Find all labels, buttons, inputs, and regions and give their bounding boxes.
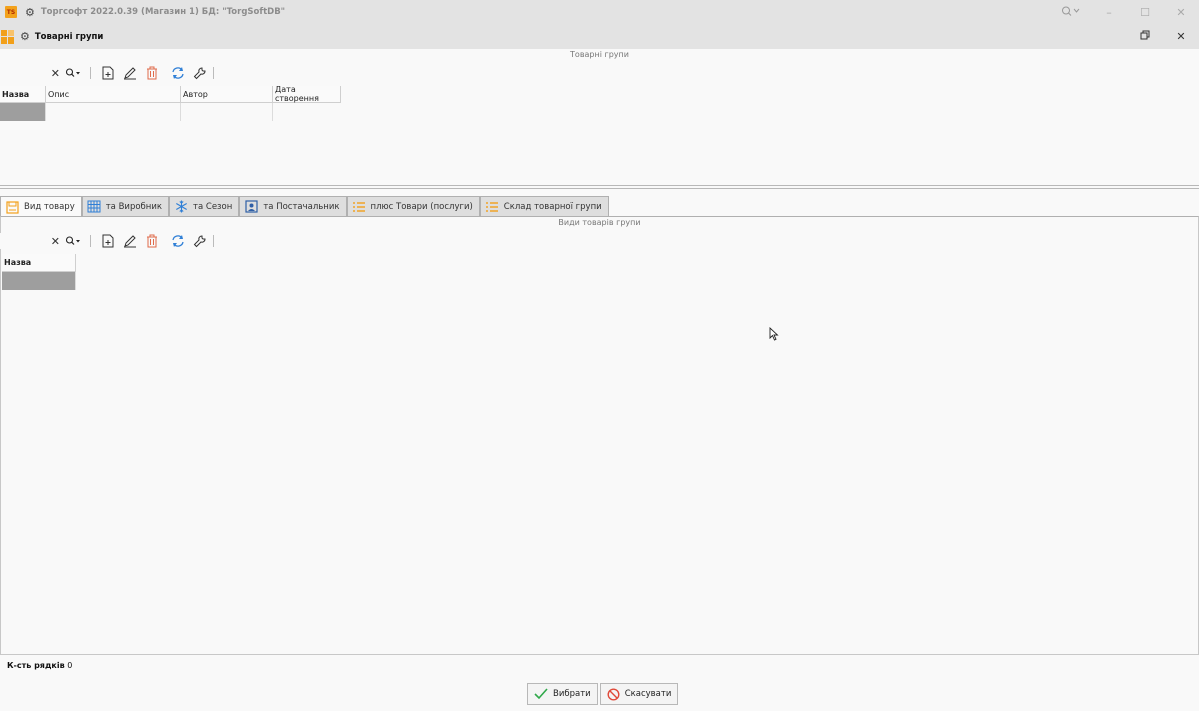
edit-pencil-icon[interactable] — [121, 65, 139, 81]
tab-products-services[interactable]: плюс Товари (послуги) — [346, 196, 480, 216]
bottom-section-caption: Види товарів групи — [558, 218, 641, 227]
toolbar-separator — [213, 67, 214, 79]
close-form-button[interactable]: ✕ — [1163, 30, 1199, 43]
tab-season[interactable]: та Сезон — [169, 196, 240, 216]
tiles-icon[interactable] — [1, 29, 15, 44]
tab-label: Склад товарної групи — [503, 201, 602, 212]
box-icon — [5, 200, 19, 214]
table-cell[interactable] — [2, 272, 76, 290]
settings-wrench-icon[interactable] — [191, 65, 209, 81]
top-grid-header: Назва Опис Автор Дата створення — [0, 85, 341, 103]
table-cell[interactable] — [0, 103, 46, 121]
list-icon — [485, 200, 499, 214]
top-toolbar: ✕ — [0, 64, 220, 82]
tab-label: плюс Товари (послуги) — [370, 201, 473, 212]
table-cell[interactable] — [181, 103, 273, 121]
table-cell[interactable] — [46, 103, 181, 121]
select-button[interactable]: Вибрати — [527, 683, 598, 705]
search-options-icon[interactable] — [64, 65, 82, 81]
form-gear-icon[interactable]: ⚙ — [20, 30, 30, 43]
edit-pencil-icon[interactable] — [121, 233, 139, 249]
clear-search-icon[interactable]: ✕ — [51, 235, 60, 248]
add-document-icon[interactable] — [99, 233, 117, 249]
table-cell[interactable] — [273, 103, 341, 121]
refresh-icon[interactable] — [169, 65, 187, 81]
toolbar-separator — [213, 235, 214, 247]
settings-gear-icon[interactable]: ⚙ — [25, 6, 35, 19]
bottom-search-input[interactable]: ✕ — [0, 233, 62, 249]
form-title: Товарні групи — [34, 31, 104, 42]
building-icon — [87, 200, 101, 214]
search-options-icon[interactable] — [64, 233, 82, 249]
tab-manufacturer[interactable]: та Виробник — [81, 196, 170, 216]
tab-label: та Виробник — [105, 201, 163, 212]
tab-label: та Сезон — [193, 201, 233, 212]
search-dropdown-icon[interactable] — [1051, 6, 1091, 19]
top-search-input[interactable]: ✕ — [0, 65, 62, 81]
column-header-description[interactable]: Опис — [46, 86, 181, 103]
cancel-icon — [607, 687, 620, 701]
tab-content-panel — [0, 216, 1199, 655]
maximize-button[interactable]: ☐ — [1127, 6, 1163, 19]
delete-trash-icon[interactable] — [143, 65, 161, 81]
splitter-line[interactable] — [0, 188, 1199, 189]
select-button-label: Вибрати — [553, 689, 591, 699]
column-header-created-date[interactable]: Дата створення — [273, 85, 341, 103]
detail-tabs: Вид товару та Виробник та Сезон та Поста… — [0, 196, 609, 217]
supplier-icon — [244, 200, 258, 214]
window-title: Торгсофт 2022.0.39 (Магазин 1) БД: "Torg… — [40, 7, 286, 17]
form-header: ⚙ Товарні групи ✕ — [0, 24, 1199, 49]
bottom-toolbar: ✕ — [0, 232, 220, 250]
row-count-label: К-сть рядків — [7, 661, 65, 670]
restore-form-button[interactable] — [1127, 30, 1163, 43]
delete-trash-icon[interactable] — [143, 233, 161, 249]
cancel-button[interactable]: Скасувати — [599, 683, 679, 705]
refresh-icon[interactable] — [169, 233, 187, 249]
close-button[interactable]: ✕ — [1163, 6, 1199, 19]
list-icon — [352, 200, 366, 214]
toolbar-separator — [90, 67, 91, 79]
settings-wrench-icon[interactable] — [191, 233, 209, 249]
clear-search-icon[interactable]: ✕ — [51, 67, 60, 80]
add-document-icon[interactable] — [99, 65, 117, 81]
snowflake-icon — [174, 200, 188, 214]
row-count-value: 0 — [67, 661, 73, 670]
splitter-line[interactable] — [0, 185, 1199, 186]
top-groups-grid: Назва Опис Автор Дата створення — [0, 85, 341, 121]
tab-label: Вид товару — [24, 202, 75, 212]
dialog-buttons: Вибрати Скасувати — [527, 683, 679, 705]
table-row[interactable] — [0, 103, 341, 121]
product-types-grid: Назва — [2, 254, 76, 290]
tab-group-composition[interactable]: Склад товарної групи — [479, 196, 609, 216]
tab-supplier[interactable]: та Постачальник — [239, 196, 347, 216]
toolbar-separator — [90, 235, 91, 247]
table-row[interactable] — [2, 272, 76, 290]
mouse-cursor-icon — [769, 326, 779, 344]
bottom-grid-header: Назва — [2, 254, 76, 272]
cancel-button-label: Скасувати — [624, 689, 672, 699]
app-logo: TS — [5, 6, 17, 18]
top-section-caption: Товарні групи — [570, 50, 629, 59]
row-count-status: К-сть рядків 0 — [7, 661, 72, 670]
check-icon — [534, 688, 548, 700]
window-titlebar: TS ⚙ Торгсофт 2022.0.39 (Магазин 1) БД: … — [0, 0, 1199, 24]
tab-label: та Постачальник — [263, 201, 340, 212]
minimize-button[interactable]: – — [1091, 6, 1127, 19]
column-header-author[interactable]: Автор — [181, 86, 273, 103]
column-header-name[interactable]: Назва — [2, 254, 76, 272]
column-header-name[interactable]: Назва — [0, 86, 46, 103]
tab-product-type[interactable]: Вид товару — [0, 196, 82, 217]
